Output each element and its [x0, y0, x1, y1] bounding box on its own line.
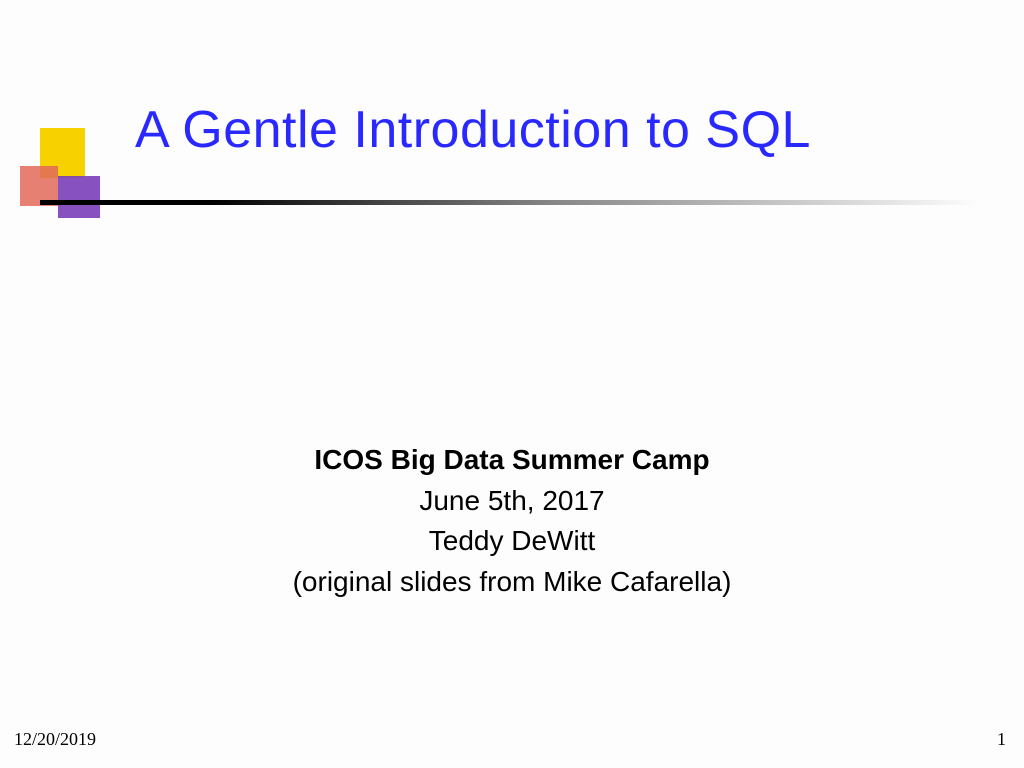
body-credit: (original slides from Mike Cafarella): [0, 562, 1024, 603]
footer-date: 12/20/2019: [14, 729, 96, 750]
slide-title: A Gentle Introduction to SQL: [135, 100, 811, 160]
title-underline: [40, 200, 980, 205]
body-date: June 5th, 2017: [0, 481, 1024, 522]
slide-body: ICOS Big Data Summer Camp June 5th, 2017…: [0, 440, 1024, 602]
body-heading: ICOS Big Data Summer Camp: [0, 440, 1024, 481]
slide: A Gentle Introduction to SQL ICOS Big Da…: [0, 0, 1024, 768]
square-purple-icon: [58, 176, 100, 218]
footer-page-number: 1: [997, 729, 1006, 750]
body-author: Teddy DeWitt: [0, 521, 1024, 562]
